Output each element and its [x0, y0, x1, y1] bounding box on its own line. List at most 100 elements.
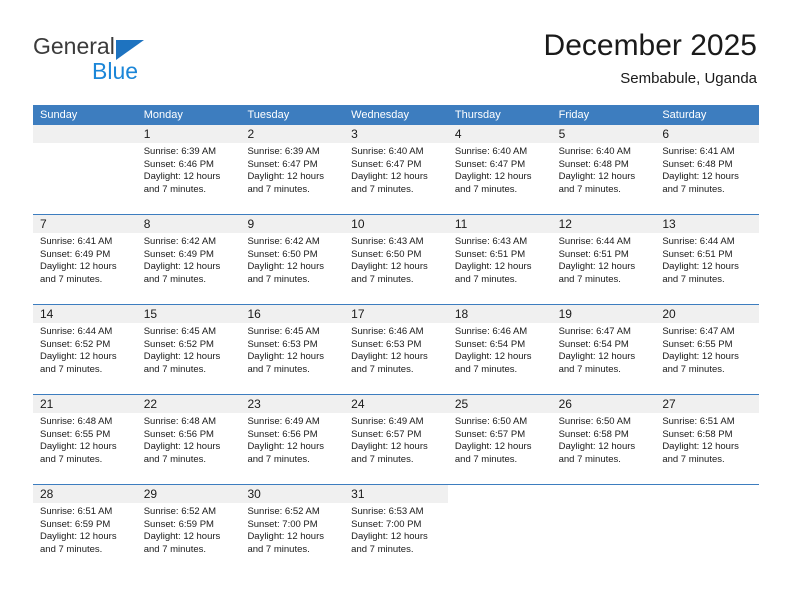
- day-number: 15: [143, 307, 158, 321]
- day-cell[interactable]: 14 Sunrise: 6:44 AM Sunset: 6:52 PM Dayligh…: [33, 305, 137, 394]
- sunrise-time: Sunrise: 6:42 AM: [247, 236, 320, 247]
- daylight-duration-line2: and 7 minutes.: [247, 453, 310, 465]
- sunset-time: Sunset: 6:55 PM: [662, 338, 733, 350]
- daylight-duration-line1: Daylight: 12 hours: [143, 351, 221, 363]
- daylight-duration-line2: and 7 minutes.: [40, 363, 103, 375]
- day-cell[interactable]: 24 Sunrise: 6:49 AM Sunset: 6:57 PM Dayligh…: [344, 395, 448, 484]
- day-details: Sunrise: 6:53 AM Sunset: 7:00 PM Daylight:…: [344, 503, 448, 556]
- day-number: 1: [143, 127, 151, 141]
- daylight-duration-line2: and 7 minutes.: [454, 183, 518, 195]
- day-cell[interactable]: 4 Sunrise: 6:40 AM Sunset: 6:47 PM Daylight…: [447, 125, 552, 214]
- day-cell[interactable]: 22 Sunrise: 6:48 AM Sunset: 6:56 PM Dayligh…: [136, 395, 241, 484]
- sunrise-time: Sunrise: 6:43 AM: [454, 236, 528, 247]
- day-number: 24: [351, 397, 365, 411]
- sunrise-time: Sunrise: 6:47 AM: [558, 326, 631, 337]
- sunrise-time: Sunrise: 6:47 AM: [662, 326, 735, 337]
- sunset-time: Sunset: 6:51 PM: [662, 248, 733, 260]
- day-cell[interactable]: 26 Sunrise: 6:50 AM Sunset: 6:58 PM Dayligh…: [551, 395, 656, 484]
- day-cell[interactable]: 28 Sunrise: 6:51 AM Sunset: 6:59 PM Dayligh…: [33, 485, 137, 574]
- daylight-duration-line2: and 7 minutes.: [247, 543, 310, 555]
- logo-text-general: General: [33, 33, 115, 59]
- daylight-duration-line2: and 7 minutes.: [662, 273, 725, 285]
- daylight-duration-line1: Daylight: 12 hours: [558, 351, 636, 363]
- day-details: Sunrise: 6:51 AM Sunset: 6:59 PM Daylight:…: [33, 503, 137, 556]
- day-number: 19: [558, 307, 572, 321]
- daylight-duration-line2: and 7 minutes.: [143, 363, 207, 375]
- daylight-duration-line1: Daylight: 12 hours: [558, 171, 636, 183]
- daylight-duration-line2: and 7 minutes.: [454, 273, 518, 285]
- day-cell[interactable]: 31 Sunrise: 6:53 AM Sunset: 7:00 PM Dayligh…: [344, 485, 448, 574]
- day-number-band: 27: [655, 395, 760, 413]
- day-cell[interactable]: 15 Sunrise: 6:45 AM Sunset: 6:52 PM Dayligh…: [136, 305, 241, 394]
- day-cell[interactable]: 8 Sunrise: 6:42 AM Sunset: 6:49 PM Daylight…: [136, 215, 241, 304]
- day-details: Sunrise: 6:52 AM Sunset: 6:59 PM Daylight:…: [137, 503, 241, 556]
- day-number: 30: [247, 487, 261, 501]
- page-subtitle: Sembabule, Uganda: [620, 70, 757, 87]
- daylight-duration-line2: and 7 minutes.: [351, 453, 414, 465]
- sunrise-time: Sunrise: 6:52 AM: [143, 506, 217, 517]
- day-number-band: 4: [447, 125, 552, 143]
- sunset-time: Sunset: 6:51 PM: [454, 248, 526, 260]
- day-number-band: 23: [240, 395, 345, 413]
- day-cell[interactable]: 9 Sunrise: 6:42 AM Sunset: 6:50 PM Daylight…: [240, 215, 345, 304]
- day-cell[interactable]: 19 Sunrise: 6:47 AM Sunset: 6:54 PM Dayligh…: [551, 305, 656, 394]
- daylight-duration-line1: Daylight: 12 hours: [40, 351, 117, 363]
- day-details: Sunrise: 6:41 AM Sunset: 6:48 PM Daylight:…: [655, 143, 759, 196]
- daylight-duration-line2: and 7 minutes.: [558, 273, 621, 285]
- day-number: 25: [454, 397, 469, 411]
- sunset-time: Sunset: 6:48 PM: [558, 158, 629, 170]
- day-cell[interactable]: 12 Sunrise: 6:44 AM Sunset: 6:51 PM Dayligh…: [551, 215, 656, 304]
- day-number-band: 31: [344, 485, 448, 503]
- day-cell[interactable]: 23 Sunrise: 6:49 AM Sunset: 6:56 PM Dayligh…: [240, 395, 345, 484]
- day-cell[interactable]: 3 Sunrise: 6:40 AM Sunset: 6:47 PM Daylight…: [344, 125, 448, 214]
- day-details: Sunrise: 6:48 AM Sunset: 6:55 PM Daylight:…: [33, 413, 137, 466]
- day-cell[interactable]: 18 Sunrise: 6:46 AM Sunset: 6:54 PM Dayligh…: [447, 305, 552, 394]
- day-details: Sunrise: 6:40 AM Sunset: 6:47 PM Daylight:…: [344, 143, 448, 196]
- day-number: 14: [40, 307, 54, 321]
- day-cell[interactable]: 2 Sunrise: 6:39 AM Sunset: 6:47 PM Daylight…: [240, 125, 345, 214]
- day-cell[interactable]: 27 Sunrise: 6:51 AM Sunset: 6:58 PM Dayligh…: [655, 395, 760, 484]
- sunset-time: Sunset: 6:47 PM: [454, 158, 526, 170]
- day-details: Sunrise: 6:43 AM Sunset: 6:50 PM Daylight:…: [344, 233, 448, 286]
- day-cell[interactable]: 25 Sunrise: 6:50 AM Sunset: 6:57 PM Dayligh…: [447, 395, 552, 484]
- daylight-duration-line2: and 7 minutes.: [351, 363, 414, 375]
- day-details: Sunrise: 6:48 AM Sunset: 6:56 PM Daylight:…: [137, 413, 241, 466]
- day-cell[interactable]: 6 Sunrise: 6:41 AM Sunset: 6:48 PM Daylight…: [655, 125, 760, 214]
- day-number-band: [33, 125, 137, 143]
- day-cell[interactable]: 21 Sunrise: 6:48 AM Sunset: 6:55 PM Dayligh…: [33, 395, 137, 484]
- title-block: December 2025 Sembabule, Uganda: [544, 28, 757, 90]
- day-cell[interactable]: 13 Sunrise: 6:44 AM Sunset: 6:51 PM Dayligh…: [655, 215, 760, 304]
- day-cell[interactable]: 16 Sunrise: 6:45 AM Sunset: 6:53 PM Dayligh…: [240, 305, 345, 394]
- sunset-time: Sunset: 6:53 PM: [247, 338, 318, 350]
- calendar-week-row: 1 Sunrise: 6:39 AM Sunset: 6:46 PM Daylight…: [33, 125, 760, 214]
- daylight-duration-line2: and 7 minutes.: [40, 273, 103, 285]
- day-cell[interactable]: 5 Sunrise: 6:40 AM Sunset: 6:48 PM Daylight…: [551, 125, 656, 214]
- calendar-week-row: 14 Sunrise: 6:44 AM Sunset: 6:52 PM Dayligh…: [33, 304, 760, 394]
- day-number: 7: [40, 217, 47, 231]
- general-blue-logo[interactable]: General Blue: [33, 33, 203, 85]
- day-number: 5: [558, 127, 566, 141]
- day-number-band: 29: [136, 485, 241, 503]
- day-cell[interactable]: 20 Sunrise: 6:47 AM Sunset: 6:55 PM Dayligh…: [655, 305, 760, 394]
- day-cell[interactable]: 30 Sunrise: 6:52 AM Sunset: 7:00 PM Dayligh…: [240, 485, 345, 574]
- day-number: 9: [247, 217, 255, 231]
- sunset-time: Sunset: 6:46 PM: [143, 158, 214, 170]
- day-cell[interactable]: 1 Sunrise: 6:39 AM Sunset: 6:46 PM Daylight…: [136, 125, 241, 214]
- daylight-duration-line1: Daylight: 12 hours: [662, 261, 739, 273]
- sunrise-time: Sunrise: 6:40 AM: [558, 146, 631, 157]
- weekday-header-friday: Friday: [558, 109, 590, 121]
- day-number-band: 25: [447, 395, 552, 413]
- daylight-duration-line1: Daylight: 12 hours: [662, 171, 739, 183]
- day-cell[interactable]: 29 Sunrise: 6:52 AM Sunset: 6:59 PM Dayligh…: [136, 485, 241, 574]
- day-number: 29: [143, 487, 158, 501]
- day-cell[interactable]: 17 Sunrise: 6:46 AM Sunset: 6:53 PM Dayligh…: [344, 305, 448, 394]
- day-cell[interactable]: 11 Sunrise: 6:43 AM Sunset: 6:51 PM Dayligh…: [447, 215, 552, 304]
- day-number: 27: [662, 397, 676, 411]
- day-cell[interactable]: 10 Sunrise: 6:43 AM Sunset: 6:50 PM Dayligh…: [344, 215, 448, 304]
- day-details: Sunrise: 6:45 AM Sunset: 6:52 PM Daylight:…: [137, 323, 241, 376]
- sunset-time: Sunset: 6:54 PM: [454, 338, 526, 350]
- day-cell[interactable]: 7 Sunrise: 6:41 AM Sunset: 6:49 PM Daylight…: [33, 215, 137, 304]
- daylight-duration-line1: Daylight: 12 hours: [247, 171, 325, 183]
- daylight-duration-line1: Daylight: 12 hours: [143, 441, 221, 453]
- day-number-band: 22: [136, 395, 241, 413]
